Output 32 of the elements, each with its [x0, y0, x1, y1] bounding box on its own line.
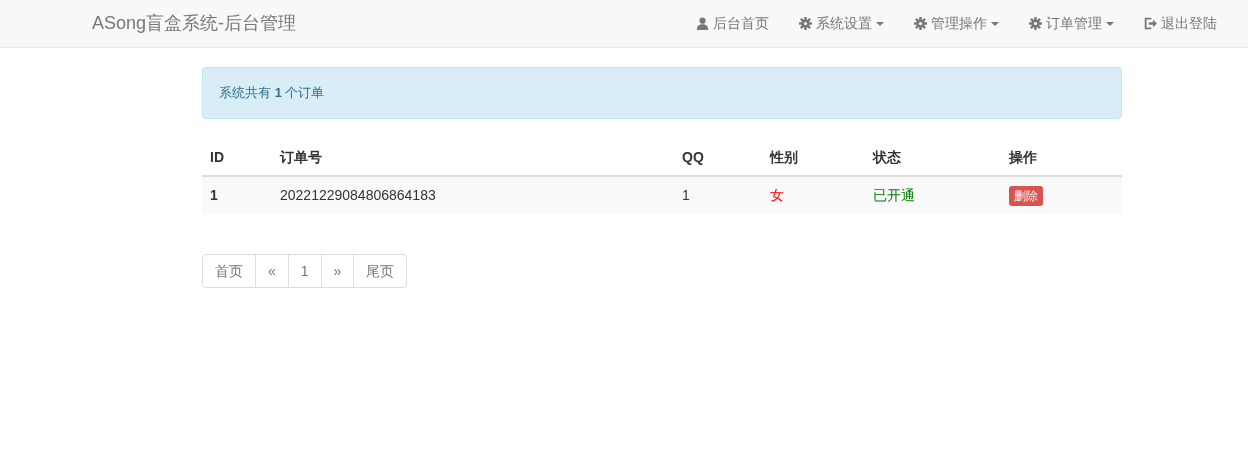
logout-icon	[1144, 17, 1157, 30]
table-cell: 女	[762, 176, 865, 214]
gear-icon	[914, 17, 927, 30]
delete-button[interactable]: 删除	[1009, 186, 1043, 206]
column-header: ID	[202, 139, 272, 176]
column-header: 订单号	[272, 139, 674, 176]
caret-icon	[991, 21, 999, 26]
alert-text: 系统共有 1 个订单	[219, 84, 325, 103]
brand-link[interactable]: ASong盲盒系统-后台管理	[92, 10, 297, 37]
page-link[interactable]: «	[255, 254, 289, 288]
table-cell: 1	[674, 176, 762, 214]
table-cell: 20221229084806864183	[272, 176, 674, 214]
page-link[interactable]: 1	[287, 254, 322, 288]
table-cell: 1	[202, 176, 272, 214]
column-header: 操作	[1001, 139, 1122, 176]
table-cell: 已开通	[865, 176, 1001, 214]
caret-icon	[876, 21, 884, 26]
nav-link[interactable]: 后台首页	[681, 13, 784, 34]
gear-icon	[1029, 17, 1042, 30]
page-link[interactable]: 尾页	[353, 254, 408, 288]
nav-link[interactable]: 系统设置	[784, 13, 899, 34]
gear-icon	[799, 17, 812, 30]
page-link[interactable]: 首页	[202, 254, 256, 288]
page-link[interactable]: »	[320, 254, 355, 288]
user-icon	[696, 17, 709, 30]
column-header: QQ	[674, 139, 762, 176]
column-header: 状态	[865, 139, 1001, 176]
column-header: 性别	[762, 139, 865, 176]
nav-link[interactable]: 退出登陆	[1129, 13, 1232, 34]
caret-icon	[1106, 21, 1114, 26]
nav-link[interactable]: 管理操作	[899, 13, 1014, 34]
nav-link[interactable]: 订单管理	[1014, 13, 1129, 34]
